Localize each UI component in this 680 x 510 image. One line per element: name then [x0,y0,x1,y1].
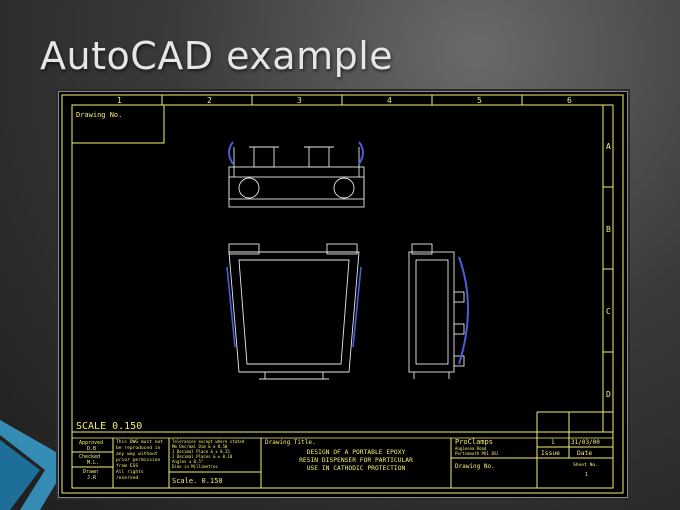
approved-by: D.B [87,446,96,452]
copyright-line-1: This DWG must not [116,439,163,445]
scale-small-label: Scale. 0.150 [172,477,223,485]
row-label-d: D [606,390,611,399]
row-label-a: A [606,142,611,151]
issue-label: Issue [541,450,560,457]
slide-title: AutoCAD example [40,34,394,78]
sheet-value: 1 [585,472,588,478]
title-line-2: RESIN DISPENSER FOR PARTICULAR [299,457,413,464]
row-label-b: B [606,225,611,234]
title-line-1: DESIGN OF A PORTABLE EPOXY [307,449,406,456]
drawing-no-label-2: Drawing No. [455,463,495,470]
copyright-line-2: be reproduced in [116,445,160,451]
column-label-2: 2 [207,96,212,105]
scale-large-label: SCALE 0.150 [76,421,142,432]
cad-drawing-sheet: 1 2 3 4 5 6 A B C D Drawing No. SCALE 0.… [58,91,628,498]
drawing-title-label: Drawing Title. [265,439,316,446]
side-view [408,243,465,379]
column-label-4: 4 [387,96,392,105]
drawing-no-label: Drawing No. [76,111,122,119]
copyright-line-6: All rights [116,469,144,475]
column-label-1: 1 [117,96,122,105]
front-view [228,243,360,380]
column-label-6: 6 [567,96,572,105]
date-label: Date [577,450,592,457]
checked-by: M.L. [87,460,99,466]
date-value: 31/03/00 [571,439,600,446]
copyright-line-5: from ESS [116,463,138,469]
copyright-line-4: prior permission [116,457,160,463]
row-label-c: C [606,307,611,316]
company-name: ProClamps [455,438,493,446]
column-label-3: 3 [297,96,302,105]
copyright-line-3: any way without [116,451,158,457]
title-line-3: USE IN CATHODIC PROTECTION [307,465,406,472]
issue-value: 1 [551,439,555,446]
tolerance-line-6: Dims in Millimetres [172,464,218,469]
top-view [228,146,365,208]
copyright-line-7: reserved [116,475,138,481]
column-label-5: 5 [477,96,482,105]
company-address-line-2: Portsmouth PO1 3DJ [455,451,498,456]
sheet-label: Sheet No. [573,462,598,468]
drawn-by: J.R [87,475,97,481]
